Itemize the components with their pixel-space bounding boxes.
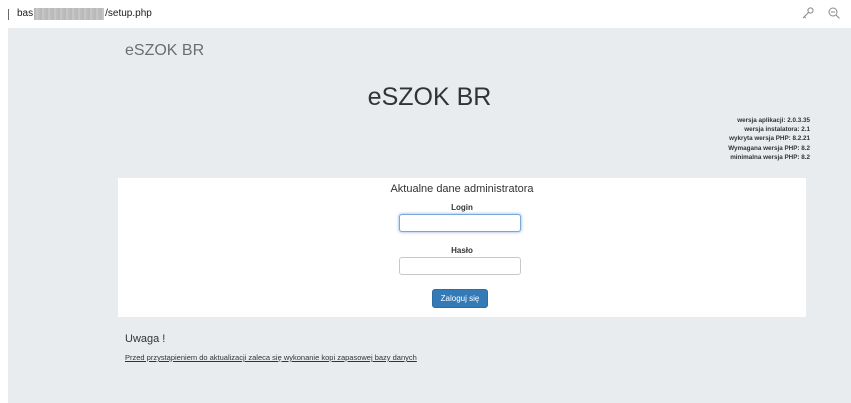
version-info: wersja aplikacji: 2.0.3.35 wersja instal… — [728, 116, 810, 162]
browser-address-bar[interactable]: bas/setup.php — [0, 0, 851, 28]
backup-notice-link[interactable]: Przed przystąpieniem do aktualizacji zal… — [125, 353, 417, 362]
app-version: wersja aplikacji: 2.0.3.35 — [737, 117, 810, 124]
password-input[interactable] — [399, 257, 521, 275]
redacted-url-segment — [34, 8, 105, 20]
site-brand[interactable]: eSZOK BR — [125, 42, 204, 60]
login-label: Login — [451, 203, 473, 212]
password-label: Hasło — [451, 246, 473, 255]
address-divider — [8, 9, 9, 20]
address-url[interactable]: bas/setup.php — [17, 8, 152, 20]
login-button[interactable]: Zaloguj się — [432, 289, 488, 308]
php-detected-version: wykryta wersja PHP: 8.2.21 — [729, 135, 810, 143]
installer-version: wersja instalatora: 2.1 — [744, 126, 810, 134]
admin-form-card: Aktualne dane administratora Login Hasło… — [118, 178, 806, 317]
address-bar-icons — [801, 6, 841, 22]
php-minimum-version: minimalna wersja PHP: 8.2 — [730, 153, 810, 161]
notice-title: Uwaga ! — [125, 333, 166, 345]
zoom-icon[interactable] — [827, 6, 841, 20]
url-suffix: /setup.php — [105, 8, 152, 19]
form-title: Aktualne dane administratora — [390, 183, 534, 195]
login-input[interactable] — [399, 214, 521, 232]
php-required-version: Wymagana wersja PHP: 8.2 — [728, 144, 810, 152]
page-content: eSZOK BR eSZOK BR wersja aplikacji: 2.0.… — [8, 28, 851, 403]
page-title: eSZOK BR — [367, 83, 492, 111]
url-prefix: bas — [17, 8, 34, 19]
key-icon[interactable] — [801, 6, 815, 20]
